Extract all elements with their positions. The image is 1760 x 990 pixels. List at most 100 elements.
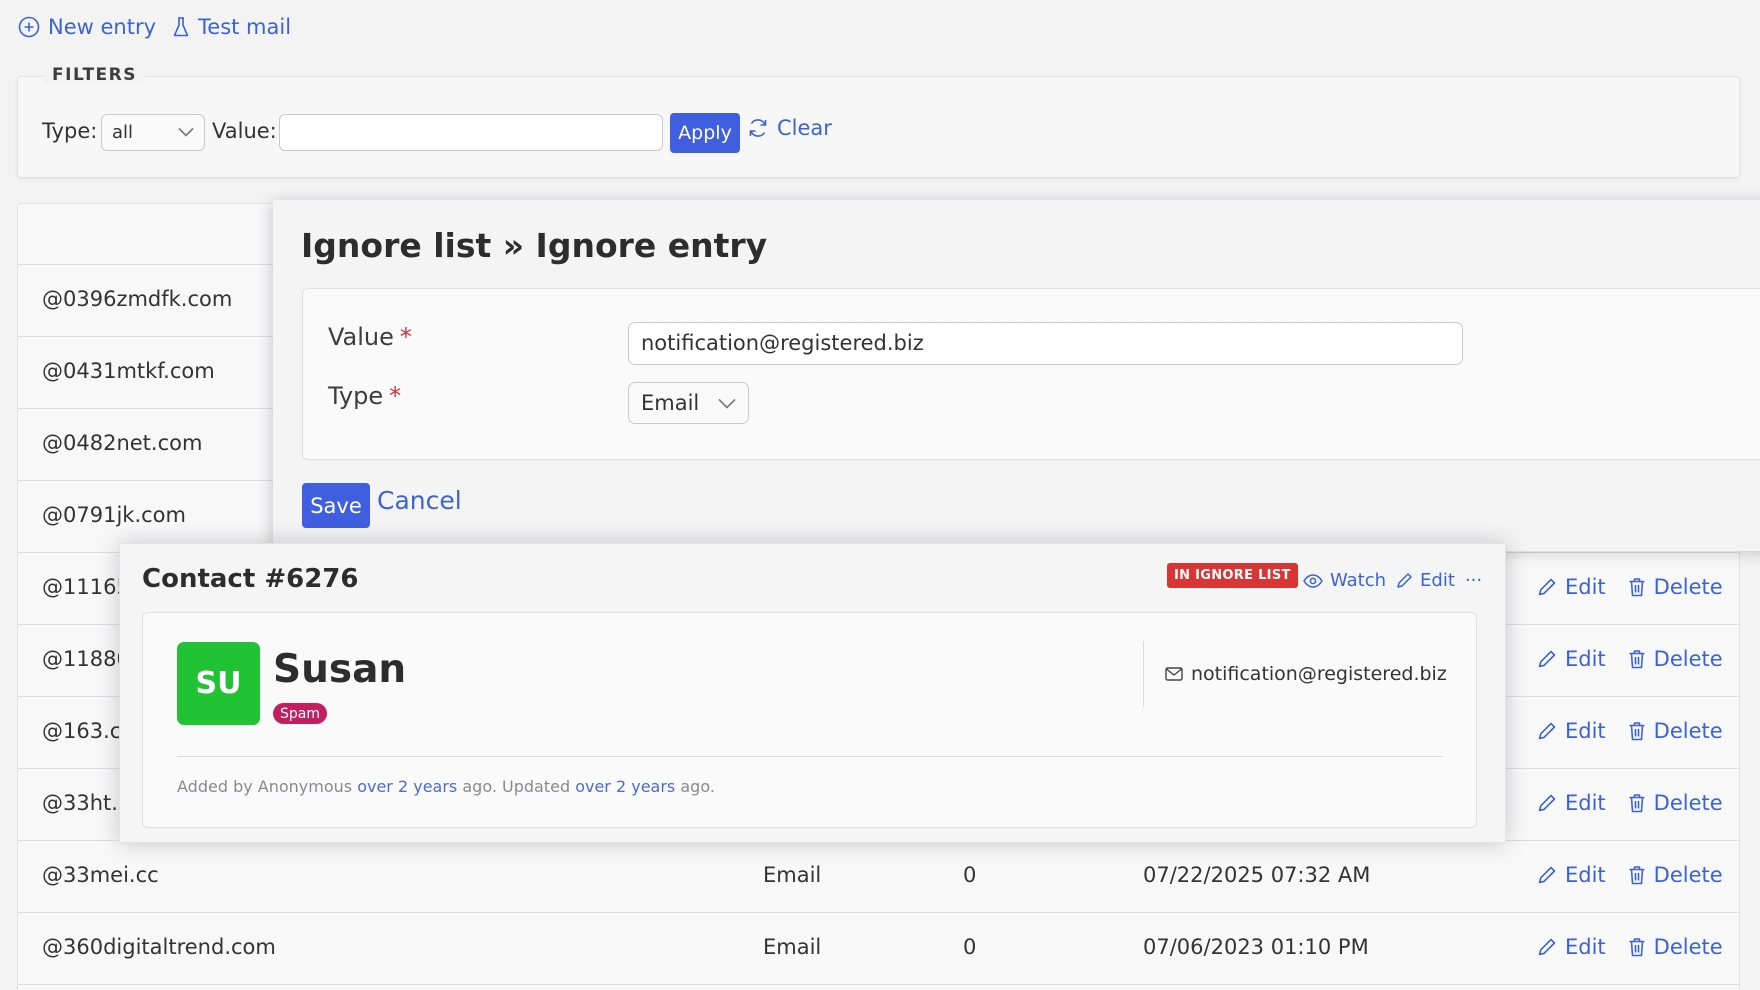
trash-icon: [1628, 721, 1646, 741]
required-mark: *: [389, 382, 402, 410]
mail-icon: [1165, 667, 1183, 681]
contact-email: notification@registered.biz: [1165, 663, 1447, 685]
value-field-label: Value *: [328, 323, 412, 351]
edit-button[interactable]: Edit: [1537, 647, 1606, 671]
delete-button[interactable]: Delete: [1628, 935, 1723, 959]
ignore-list-badge: IN IGNORE LIST: [1167, 563, 1298, 588]
test-mail-link[interactable]: Test mail: [172, 15, 291, 39]
contact-edit-button[interactable]: Edit: [1396, 570, 1455, 591]
type-filter-value: all: [112, 122, 134, 143]
clear-link[interactable]: Clear: [747, 116, 832, 140]
pencil-icon: [1537, 793, 1557, 813]
meta-mid: ago. Updated: [462, 777, 571, 796]
contact-edit-label: Edit: [1420, 570, 1455, 591]
modal-title: Ignore list » Ignore entry: [301, 226, 768, 265]
spam-badge: Spam: [273, 703, 327, 724]
filters-panel: FILTERS Type: all Value: Apply Clear: [17, 65, 1740, 178]
trash-icon: [1628, 937, 1646, 957]
trash-icon: [1628, 793, 1646, 813]
pencil-icon: [1537, 865, 1557, 885]
delete-label: Delete: [1653, 935, 1723, 959]
edit-button[interactable]: Edit: [1537, 719, 1606, 743]
delete-button[interactable]: Delete: [1628, 791, 1723, 815]
watch-button[interactable]: Watch: [1303, 570, 1386, 591]
new-entry-link[interactable]: New entry: [18, 15, 156, 39]
row-value: @0791jk.com: [42, 503, 186, 527]
contact-email-text: notification@registered.biz: [1191, 663, 1447, 685]
type-filter-select[interactable]: all: [101, 114, 205, 151]
row-date: 07/22/2025 07:32 AM: [1143, 863, 1371, 887]
delete-label: Delete: [1653, 575, 1723, 599]
edit-button[interactable]: Edit: [1537, 863, 1606, 887]
entry-form: Value * notification@registered.biz Type *…: [302, 288, 1760, 460]
type-select-value: Email: [641, 391, 700, 415]
row-actions: Edit Delete: [1537, 719, 1723, 743]
refresh-icon: [747, 117, 769, 139]
meta-updated-time-link[interactable]: over 2 years: [575, 777, 675, 796]
pencil-icon: [1537, 577, 1557, 597]
divider: [177, 756, 1443, 757]
save-button[interactable]: Save: [302, 483, 370, 528]
value-label-text: Value: [328, 323, 394, 351]
row-type: Email: [763, 863, 822, 887]
meta-added-time-link[interactable]: over 2 years: [357, 777, 457, 796]
edit-button[interactable]: Edit: [1537, 935, 1606, 959]
meta-suffix: ago.: [680, 777, 715, 796]
type-field-label: Type *: [328, 382, 401, 410]
edit-button[interactable]: Edit: [1537, 791, 1606, 815]
ignore-entry-modal: Ignore list » Ignore entry Value * notifi…: [273, 200, 1760, 551]
flask-icon: [172, 16, 190, 38]
row-value: @11165: [42, 575, 130, 599]
meta-added-prefix: Added by Anonymous: [177, 777, 353, 796]
edit-label: Edit: [1565, 791, 1606, 815]
table-row: @33mei.cc Email 0 07/22/2025 07:32 AM Edit De…: [18, 841, 1739, 913]
row-value: @0431mtkf.com: [42, 359, 215, 383]
type-filter-label: Type:: [42, 119, 98, 143]
apply-button[interactable]: Apply: [670, 113, 740, 153]
watch-label: Watch: [1330, 570, 1387, 591]
edit-button[interactable]: Edit: [1537, 575, 1606, 599]
clear-label: Clear: [777, 116, 832, 140]
row-value: @11880: [42, 647, 130, 671]
delete-button[interactable]: Delete: [1628, 719, 1723, 743]
row-value: @33ht.n: [42, 791, 132, 815]
pencil-icon: [1537, 649, 1557, 669]
cancel-link[interactable]: Cancel: [377, 486, 462, 515]
table-row: @360digitaltrend.com Email 0 07/06/2023 01:…: [18, 913, 1739, 985]
contact-name: Susan: [273, 647, 407, 692]
type-select[interactable]: Email: [628, 382, 749, 424]
test-mail-label: Test mail: [198, 15, 292, 39]
type-label-text: Type: [328, 382, 384, 410]
plus-circle-icon: [18, 16, 40, 38]
contact-popup: Contact #6276 IN IGNORE LIST Watch Edit …: [119, 543, 1506, 843]
contact-meta: Added by Anonymous over 2 years ago. Upd…: [177, 777, 715, 796]
edit-label: Edit: [1565, 863, 1606, 887]
pencil-icon: [1396, 572, 1413, 589]
required-mark: *: [399, 323, 412, 351]
filters-legend: FILTERS: [44, 65, 145, 85]
delete-button[interactable]: Delete: [1628, 647, 1723, 671]
value-filter-input[interactable]: [279, 114, 663, 151]
value-filter-label: Value:: [212, 119, 277, 143]
delete-label: Delete: [1653, 647, 1723, 671]
edit-label: Edit: [1565, 575, 1606, 599]
value-field[interactable]: notification@registered.biz: [628, 322, 1463, 365]
delete-label: Delete: [1653, 719, 1723, 743]
delete-button[interactable]: Delete: [1628, 575, 1723, 599]
edit-label: Edit: [1565, 935, 1606, 959]
row-type: Email: [763, 935, 822, 959]
contact-actions: Watch Edit ···: [1303, 570, 1482, 591]
toolbar: New entry Test mail: [18, 12, 291, 42]
chevron-down-icon: [178, 127, 194, 137]
edit-label: Edit: [1565, 647, 1606, 671]
more-button[interactable]: ···: [1465, 570, 1482, 591]
row-actions: Edit Delete: [1537, 791, 1723, 815]
pencil-icon: [1537, 937, 1557, 957]
chevron-down-icon: [718, 398, 736, 409]
delete-button[interactable]: Delete: [1628, 863, 1723, 887]
edit-label: Edit: [1565, 719, 1606, 743]
row-count: 0: [963, 935, 977, 959]
row-actions: Edit Delete: [1537, 863, 1723, 887]
row-value: @33mei.cc: [42, 863, 159, 887]
contact-card: SU Susan Spam notification@registered.bi…: [142, 612, 1477, 828]
